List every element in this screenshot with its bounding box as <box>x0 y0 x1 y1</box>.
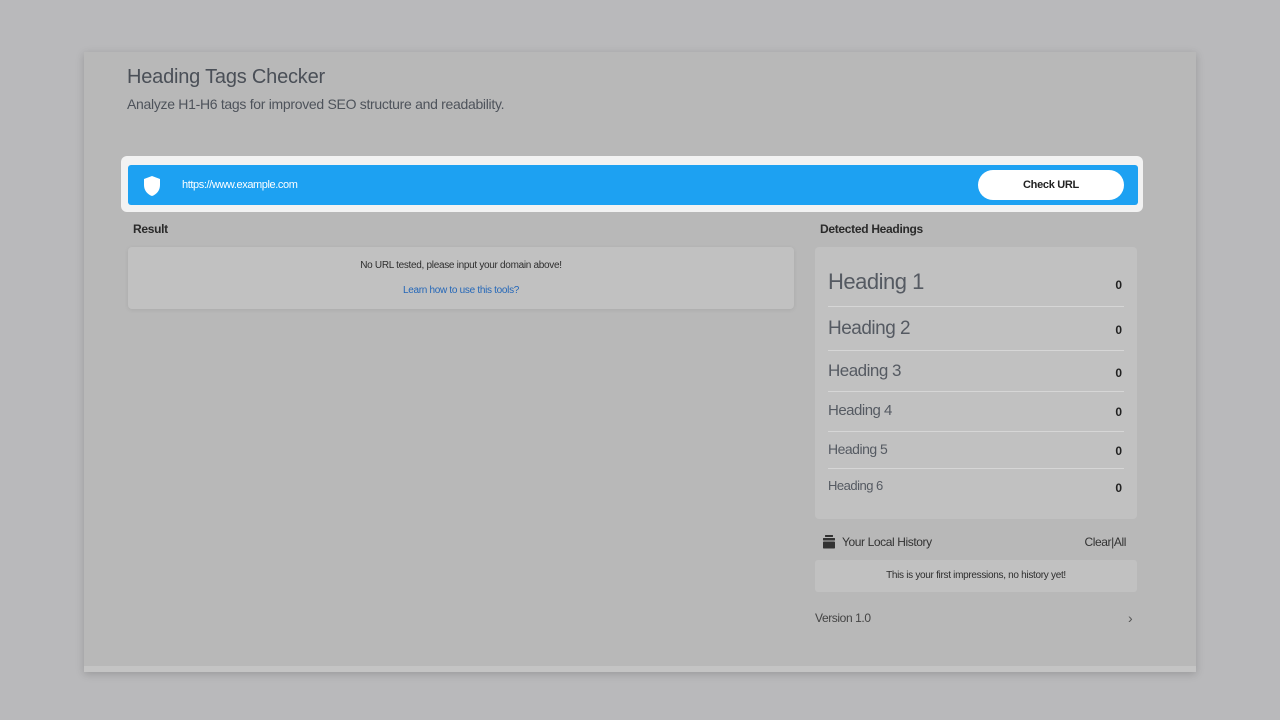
archive-icon <box>822 535 836 549</box>
local-history-header: Your Local History Clear|All <box>820 534 1126 552</box>
heading-count: 0 <box>1115 323 1122 337</box>
heading-row-h1: Heading 1 0 <box>828 257 1124 307</box>
search-container: Check URL <box>121 156 1143 212</box>
local-history-panel: This is your first impressions, no histo… <box>815 560 1137 592</box>
shield-icon <box>142 175 162 197</box>
heading-name: Heading 1 <box>828 269 924 294</box>
check-url-button[interactable]: Check URL <box>978 170 1124 200</box>
search-bar: Check URL <box>128 165 1138 205</box>
heading-row-h6: Heading 6 0 <box>828 469 1124 505</box>
version-label: Version 1.0 <box>815 611 871 625</box>
learn-how-link[interactable]: Learn how to use this tools? <box>128 285 794 296</box>
detected-headings-panel: Heading 1 0 Heading 2 0 Heading 3 0 Head… <box>815 247 1137 519</box>
heading-row-h3: Heading 3 0 <box>828 351 1124 392</box>
bottom-strip <box>84 666 1196 672</box>
heading-count: 0 <box>1115 405 1122 419</box>
heading-count: 0 <box>1115 278 1122 292</box>
heading-name: Heading 5 <box>828 441 888 457</box>
result-empty-message: No URL tested, please input your domain … <box>360 260 562 271</box>
page-title: Heading Tags Checker <box>127 66 325 88</box>
url-input[interactable] <box>182 174 962 196</box>
result-panel: No URL tested, please input your domain … <box>128 247 794 309</box>
heading-count: 0 <box>1115 444 1122 458</box>
chevron-right-icon[interactable]: › <box>1128 610 1133 626</box>
heading-name: Heading 4 <box>828 402 892 419</box>
app-window: Heading Tags Checker Analyze H1-H6 tags … <box>84 52 1196 672</box>
heading-row-h2: Heading 2 0 <box>828 307 1124 351</box>
detected-headings-label: Detected Headings <box>820 222 923 236</box>
heading-name: Heading 3 <box>828 361 902 380</box>
history-empty-message: This is your first impressions, no histo… <box>886 570 1066 581</box>
page-subtitle: Analyze H1-H6 tags for improved SEO stru… <box>127 96 505 112</box>
heading-row-h5: Heading 5 0 <box>828 432 1124 469</box>
local-history-title: Your Local History <box>842 535 932 549</box>
heading-count: 0 <box>1115 366 1122 380</box>
heading-row-h4: Heading 4 0 <box>828 392 1124 432</box>
result-section-label: Result <box>133 222 168 236</box>
heading-name: Heading 6 <box>828 478 883 493</box>
clear-all-button[interactable]: Clear|All <box>1084 535 1126 549</box>
heading-name: Heading 2 <box>828 318 911 339</box>
heading-count: 0 <box>1115 481 1122 495</box>
